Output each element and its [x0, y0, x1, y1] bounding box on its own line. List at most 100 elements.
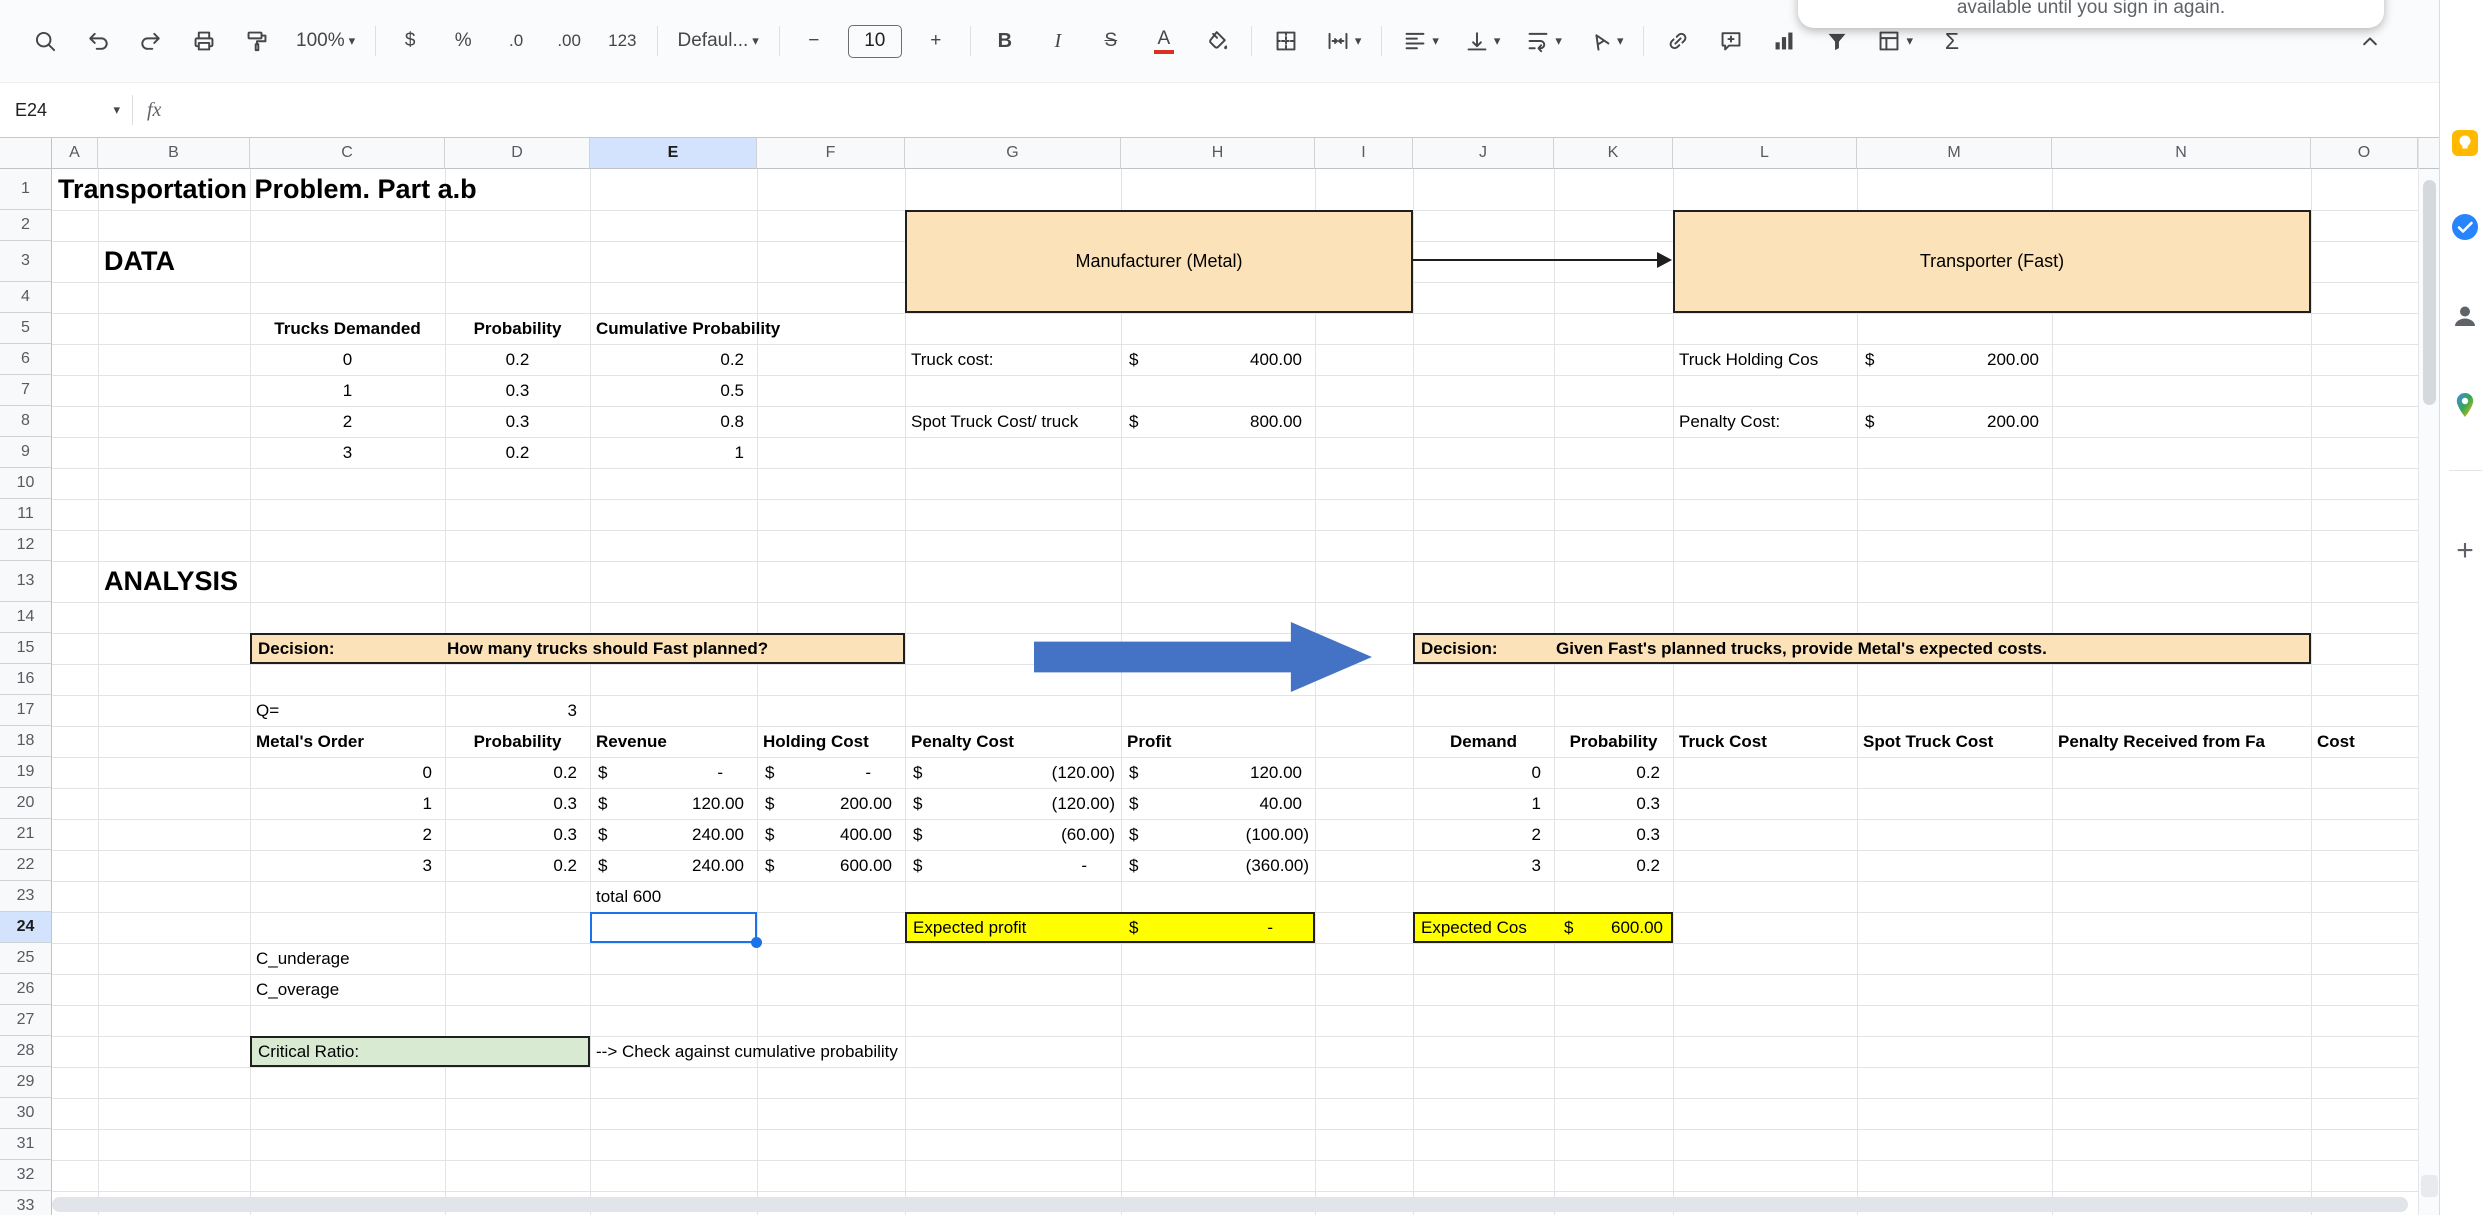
insert-comment-button[interactable]: [1712, 18, 1750, 64]
row-header-3[interactable]: 3: [0, 241, 52, 282]
cell-D21[interactable]: 0.3: [445, 819, 590, 850]
row-header-26[interactable]: 26: [0, 974, 52, 1005]
cell-C20[interactable]: 1: [250, 788, 445, 819]
cell-E21[interactable]: $240.00: [590, 819, 757, 850]
cell-H6[interactable]: $400.00: [1121, 344, 1315, 375]
critical-ratio-cell[interactable]: Critical Ratio:: [250, 1036, 590, 1067]
cell-O18[interactable]: Cost: [2311, 726, 2361, 757]
decision-banner-fast[interactable]: Decision: How many trucks should Fast pl…: [250, 633, 905, 664]
contacts-icon[interactable]: [2450, 301, 2480, 331]
cell-E18[interactable]: Revenue: [590, 726, 673, 757]
row-header-24[interactable]: 24: [0, 912, 52, 943]
percent-format-button[interactable]: %: [444, 18, 482, 64]
cell-D6[interactable]: 0.2: [445, 344, 590, 375]
maps-icon[interactable]: [2450, 390, 2480, 420]
column-header-L[interactable]: L: [1673, 138, 1857, 169]
row-header-10[interactable]: 10: [0, 468, 52, 499]
row-header-23[interactable]: 23: [0, 881, 52, 912]
cell-G20[interactable]: $(120.00): [905, 788, 1121, 819]
keep-icon[interactable]: [2450, 128, 2480, 158]
vertical-scrollbar[interactable]: [2418, 138, 2439, 1215]
redo-button[interactable]: [132, 18, 170, 64]
cell-G19[interactable]: $(120.00): [905, 757, 1121, 788]
cell-D22[interactable]: 0.2: [445, 850, 590, 881]
cell-F22[interactable]: $600.00: [757, 850, 905, 881]
row-header-18[interactable]: 18: [0, 726, 52, 757]
decision-banner-metal[interactable]: Decision: Given Fast's planned trucks, p…: [1413, 633, 2311, 664]
cell-K18[interactable]: Probability: [1554, 726, 1673, 757]
row-header-33[interactable]: 33: [0, 1191, 52, 1215]
cell-G8[interactable]: Spot Truck Cost/ truck: [905, 406, 1084, 437]
print-button[interactable]: [185, 18, 223, 64]
paint-format-button[interactable]: [238, 18, 276, 64]
row-header-32[interactable]: 32: [0, 1160, 52, 1191]
row-header-22[interactable]: 22: [0, 850, 52, 881]
cell-N18[interactable]: Penalty Received from Fa: [2052, 726, 2311, 757]
borders-button[interactable]: [1267, 18, 1305, 64]
cell-D5[interactable]: Probability: [445, 313, 590, 344]
cell-A1[interactable]: Transportation Problem. Part a.b: [52, 169, 483, 210]
cell-D20[interactable]: 0.3: [445, 788, 590, 819]
cell-D8[interactable]: 0.3: [445, 406, 590, 437]
italic-button[interactable]: I: [1039, 18, 1077, 64]
cell-E22[interactable]: $240.00: [590, 850, 757, 881]
column-header-K[interactable]: K: [1554, 138, 1673, 169]
column-header-N[interactable]: N: [2052, 138, 2311, 169]
cell-H22[interactable]: $(360.00): [1121, 850, 1315, 881]
row-header-15[interactable]: 15: [0, 633, 52, 664]
insert-chart-button[interactable]: [1765, 18, 1803, 64]
vertical-scrollbar-bottom[interactable]: [2421, 1175, 2438, 1197]
row-header-4[interactable]: 4: [0, 282, 52, 313]
row-header-5[interactable]: 5: [0, 313, 52, 344]
row-header-14[interactable]: 14: [0, 602, 52, 633]
text-rotation-button[interactable]: ▾: [1582, 18, 1629, 64]
cell-E23[interactable]: total 600: [590, 881, 667, 912]
cell-H18[interactable]: Profit: [1121, 726, 1177, 757]
column-header-C[interactable]: C: [250, 138, 445, 169]
cell-B13[interactable]: ANALYSIS: [98, 561, 244, 602]
row-header-19[interactable]: 19: [0, 757, 52, 788]
row-header-29[interactable]: 29: [0, 1067, 52, 1098]
fill-color-button[interactable]: [1198, 18, 1236, 64]
row-header-31[interactable]: 31: [0, 1129, 52, 1160]
get-addons-icon[interactable]: +: [2450, 536, 2480, 566]
font-family-select[interactable]: Defaul... ▾: [673, 18, 764, 64]
cell-F20[interactable]: $200.00: [757, 788, 905, 819]
row-header-21[interactable]: 21: [0, 819, 52, 850]
cell-G22[interactable]: $-: [905, 850, 1121, 881]
manufacturer-box[interactable]: Manufacturer (Metal): [905, 210, 1413, 313]
column-header-J[interactable]: J: [1413, 138, 1554, 169]
cell-C21[interactable]: 2: [250, 819, 445, 850]
font-size-input[interactable]: 10: [848, 25, 902, 58]
cell-E19[interactable]: $-: [590, 757, 757, 788]
cell-E20[interactable]: $120.00: [590, 788, 757, 819]
cell-C19[interactable]: 0: [250, 757, 445, 788]
column-header-O[interactable]: O: [2311, 138, 2418, 169]
cell-K21[interactable]: 0.3: [1554, 819, 1673, 850]
cell-M18[interactable]: Spot Truck Cost: [1857, 726, 1999, 757]
fill-handle[interactable]: [751, 937, 762, 948]
expected-cost-cells[interactable]: Expected Cos $ 600.00: [1413, 912, 1673, 943]
row-header-8[interactable]: 8: [0, 406, 52, 437]
cell-K20[interactable]: 0.3: [1554, 788, 1673, 819]
merge-cells-button[interactable]: ▾: [1320, 18, 1367, 64]
row-header-27[interactable]: 27: [0, 1005, 52, 1036]
cell-H8[interactable]: $800.00: [1121, 406, 1315, 437]
cell-J19[interactable]: 0: [1413, 757, 1554, 788]
row-header-11[interactable]: 11: [0, 499, 52, 530]
name-box[interactable]: E24 ▾: [0, 100, 132, 121]
horizontal-align-button[interactable]: ▾: [1397, 18, 1444, 64]
cell-D9[interactable]: 0.2: [445, 437, 590, 468]
text-wrap-button[interactable]: ▾: [1520, 18, 1567, 64]
cell-C5[interactable]: Trucks Demanded: [250, 313, 445, 344]
text-color-button[interactable]: A: [1145, 18, 1183, 64]
cell-J21[interactable]: 2: [1413, 819, 1554, 850]
currency-format-button[interactable]: $: [391, 18, 429, 64]
column-header-B[interactable]: B: [98, 138, 250, 169]
cell-M6[interactable]: $200.00: [1857, 344, 2052, 375]
cell-C6[interactable]: 0: [250, 344, 445, 375]
row-header-25[interactable]: 25: [0, 943, 52, 974]
cell-J22[interactable]: 3: [1413, 850, 1554, 881]
cell-C9[interactable]: 3: [250, 437, 445, 468]
cell-H21[interactable]: $(100.00): [1121, 819, 1315, 850]
